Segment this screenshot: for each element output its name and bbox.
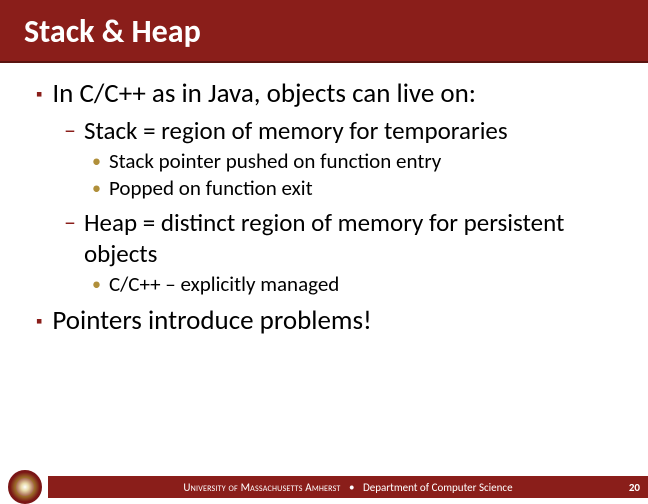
dash-bullet-icon: – <box>64 209 76 238</box>
bullet-text: Stack pointer pushed on function entry <box>109 148 441 175</box>
footer-text: University of Massachusetts Amherst • De… <box>183 481 512 494</box>
footer-separator: • <box>349 481 354 494</box>
bullet-level2: – Stack = region of memory for temporari… <box>64 115 612 146</box>
bullet-text: Heap = distinct region of memory for per… <box>84 207 612 270</box>
square-bullet-icon: ▪ <box>36 83 42 105</box>
footer-band: University of Massachusetts Amherst • De… <box>48 476 648 498</box>
dot-bullet-icon: • <box>92 273 101 296</box>
slide-title: Stack & Heap <box>24 12 624 51</box>
bullet-level1: ▪ In C/C++ as in Java, objects can live … <box>36 77 612 111</box>
bullet-level3: • Popped on function exit <box>92 175 612 202</box>
bullet-level2: – Heap = distinct region of memory for p… <box>64 207 612 270</box>
university-seal-icon <box>8 470 42 504</box>
slide-content: ▪ In C/C++ as in Java, objects can live … <box>0 63 648 338</box>
footer-department: Department of Computer Science <box>363 481 513 494</box>
footer-university: University of Massachusetts Amherst <box>183 481 340 494</box>
bullet-text: C/C++ – explicitly managed <box>109 271 339 298</box>
bullet-text: Pointers introduce problems! <box>52 304 371 338</box>
bullet-text: Stack = region of memory for temporaries <box>84 115 508 146</box>
bullet-text: In C/C++ as in Java, objects can live on… <box>52 77 476 111</box>
bullet-level3: • C/C++ – explicitly managed <box>92 271 612 298</box>
dot-bullet-icon: • <box>92 177 101 200</box>
dash-bullet-icon: – <box>64 117 76 146</box>
title-bar: Stack & Heap <box>0 0 648 63</box>
bullet-level3: • Stack pointer pushed on function entry <box>92 148 612 175</box>
page-number: 20 <box>629 481 640 494</box>
dot-bullet-icon: • <box>92 150 101 173</box>
slide-footer: University of Massachusetts Amherst • De… <box>0 470 648 504</box>
bullet-text: Popped on function exit <box>109 175 313 202</box>
square-bullet-icon: ▪ <box>36 310 42 332</box>
bullet-level1: ▪ Pointers introduce problems! <box>36 304 612 338</box>
